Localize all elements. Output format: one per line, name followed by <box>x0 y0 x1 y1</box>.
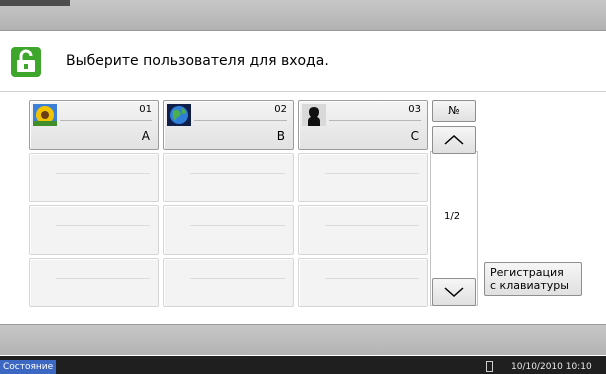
footer-bar <box>0 324 606 355</box>
status-button[interactable]: Состояние <box>0 360 57 374</box>
user-number: 02 <box>274 104 287 115</box>
user-name: C <box>410 129 419 143</box>
chevron-down-icon <box>444 287 464 298</box>
unlock-icon <box>11 47 41 77</box>
login-screen: Выберите пользователя для входа. 01 A 02 <box>0 0 606 374</box>
top-bar <box>0 0 606 31</box>
button-separator <box>56 173 150 174</box>
empty-user-slot <box>163 258 294 307</box>
scroll-down-button[interactable] <box>432 278 476 306</box>
empty-user-slot <box>298 258 428 307</box>
keyboard-login-label-line1: Регистрация <box>490 266 564 279</box>
silhouette-avatar-icon <box>302 104 326 126</box>
button-separator <box>190 225 285 226</box>
empty-user-slot <box>298 205 428 255</box>
sunflower-avatar-icon <box>33 104 57 126</box>
keyboard-login-button[interactable]: Регистрация с клавиатуры <box>484 262 582 296</box>
user-number: 03 <box>408 104 421 115</box>
user-number: 01 <box>139 104 152 115</box>
button-separator <box>325 225 419 226</box>
chevron-up-icon <box>444 134 464 145</box>
page-title: Выберите пользователя для входа. <box>66 53 329 69</box>
button-separator <box>190 173 285 174</box>
user-button-03[interactable]: 03 C <box>298 100 428 150</box>
empty-user-slot <box>298 153 428 202</box>
user-name: A <box>141 129 150 143</box>
button-separator <box>194 120 287 121</box>
memory-icon <box>486 361 493 372</box>
empty-user-slot <box>29 153 159 202</box>
empty-user-slot <box>29 205 159 255</box>
user-button-02[interactable]: 02 B <box>163 100 294 150</box>
user-name: B <box>276 129 285 143</box>
empty-user-slot <box>163 153 294 202</box>
button-separator <box>56 278 150 279</box>
empty-user-slot <box>29 258 159 307</box>
empty-user-slot <box>163 205 294 255</box>
button-separator <box>325 278 419 279</box>
button-separator <box>56 225 150 226</box>
globe-avatar-icon <box>167 104 191 126</box>
datetime: 10/10/2010 10:10 <box>511 362 592 372</box>
button-separator <box>325 173 419 174</box>
button-separator <box>190 278 285 279</box>
scroll-up-button[interactable] <box>432 126 476 154</box>
top-tab <box>0 0 70 6</box>
page-indicator: 1/2 <box>444 211 461 222</box>
button-separator <box>329 120 421 121</box>
user-button-01[interactable]: 01 A <box>29 100 159 150</box>
keyboard-login-label-line2: с клавиатуры <box>490 279 569 292</box>
button-separator <box>60 120 152 121</box>
sort-by-number-button[interactable]: № <box>432 100 476 122</box>
